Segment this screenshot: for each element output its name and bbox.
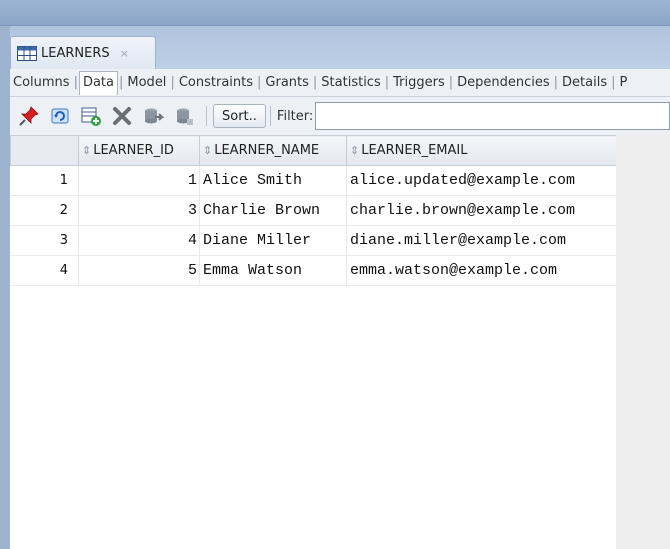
cell-learner-email[interactable]: alice.updated@example.com [346,165,617,196]
filter-label: Filter: [276,108,314,124]
grid-empty-gutter [616,135,670,549]
cell-learner-email[interactable]: emma.watson@example.com [346,255,617,286]
tab-dependencies[interactable]: Dependencies [454,72,553,94]
column-header-learner-id[interactable]: ⇕ LEARNER_ID [78,135,200,166]
delete-row-icon[interactable] [109,103,135,129]
table-grid-icon [17,45,37,61]
close-icon[interactable]: × [120,47,129,60]
sort-arrows-icon: ⇕ [350,144,360,157]
subtab-bar: Columns | Data | Model | Constraints | Grant… [10,69,670,97]
toolbar-separator [206,106,207,126]
table-row[interactable]: 4 5 Emma Watson emma.watson@example.com [10,255,617,286]
tab-title: LEARNERS [41,45,110,61]
row-number[interactable]: 4 [10,255,79,286]
tab-constraints[interactable]: Constraints [176,72,256,94]
tab-partitions[interactable]: P [617,72,631,94]
filter-input[interactable] [315,102,670,130]
column-header-label: LEARNER_NAME [214,143,320,158]
commit-icon[interactable] [140,103,166,129]
cell-learner-email[interactable]: charlie.brown@example.com [346,195,617,226]
tab-model[interactable]: Model [124,72,169,94]
cell-learner-id[interactable]: 1 [78,165,200,196]
row-number-header [10,135,79,166]
row-number[interactable]: 2 [10,195,79,226]
tab-grants[interactable]: Grants [262,72,312,94]
insert-row-icon[interactable] [78,103,104,129]
column-header-learner-email[interactable]: ⇕ LEARNER_EMAIL [346,135,617,166]
table-row[interactable]: 1 1 Alice Smith alice.updated@example.co… [10,165,617,196]
sort-button[interactable]: Sort.. [213,104,266,128]
column-header-label: LEARNER_EMAIL [361,143,468,158]
left-rail [0,26,10,549]
column-header-label: LEARNER_ID [93,143,174,158]
data-grid: ⇕ LEARNER_ID ⇕ LEARNER_NAME ⇕ LEARNER_EMAIL… [10,135,670,549]
toolbar-separator [269,106,271,126]
tab-columns[interactable]: Columns [10,72,73,94]
cell-learner-name[interactable]: Emma Watson [199,255,347,286]
refresh-icon[interactable] [47,103,73,129]
tab-details[interactable]: Details [559,72,610,94]
cell-learner-id[interactable]: 4 [78,225,200,256]
tab-learners[interactable]: LEARNERS × [10,36,156,69]
row-number[interactable]: 1 [10,165,79,196]
table-row[interactable]: 3 4 Diane Miller diane.miller@example.co… [10,225,617,256]
column-header-learner-name[interactable]: ⇕ LEARNER_NAME [199,135,347,166]
cell-learner-id[interactable]: 3 [78,195,200,226]
data-toolbar: Sort.. Filter: [10,97,670,135]
row-number[interactable]: 3 [10,225,79,256]
results-table: ⇕ LEARNER_ID ⇕ LEARNER_NAME ⇕ LEARNER_EMAIL… [10,135,617,286]
cell-learner-id[interactable]: 5 [78,255,200,286]
pin-icon[interactable] [16,103,42,129]
rollback-icon[interactable] [171,103,197,129]
cell-learner-name[interactable]: Charlie Brown [199,195,347,226]
tab-data[interactable]: Data [78,70,118,95]
document-tab-strip: LEARNERS × [10,26,670,69]
cell-learner-name[interactable]: Diane Miller [199,225,347,256]
table-editor-panel: Columns | Data | Model | Constraints | Grant… [10,69,670,549]
tab-triggers[interactable]: Triggers [390,72,448,94]
sort-arrows-icon: ⇕ [82,144,92,157]
table-row[interactable]: 2 3 Charlie Brown charlie.brown@example.… [10,195,617,226]
sort-arrows-icon: ⇕ [203,144,213,157]
cell-learner-name[interactable]: Alice Smith [199,165,347,196]
tab-statistics[interactable]: Statistics [318,72,383,94]
window-title-bar [0,0,670,26]
cell-learner-email[interactable]: diane.miller@example.com [346,225,617,256]
